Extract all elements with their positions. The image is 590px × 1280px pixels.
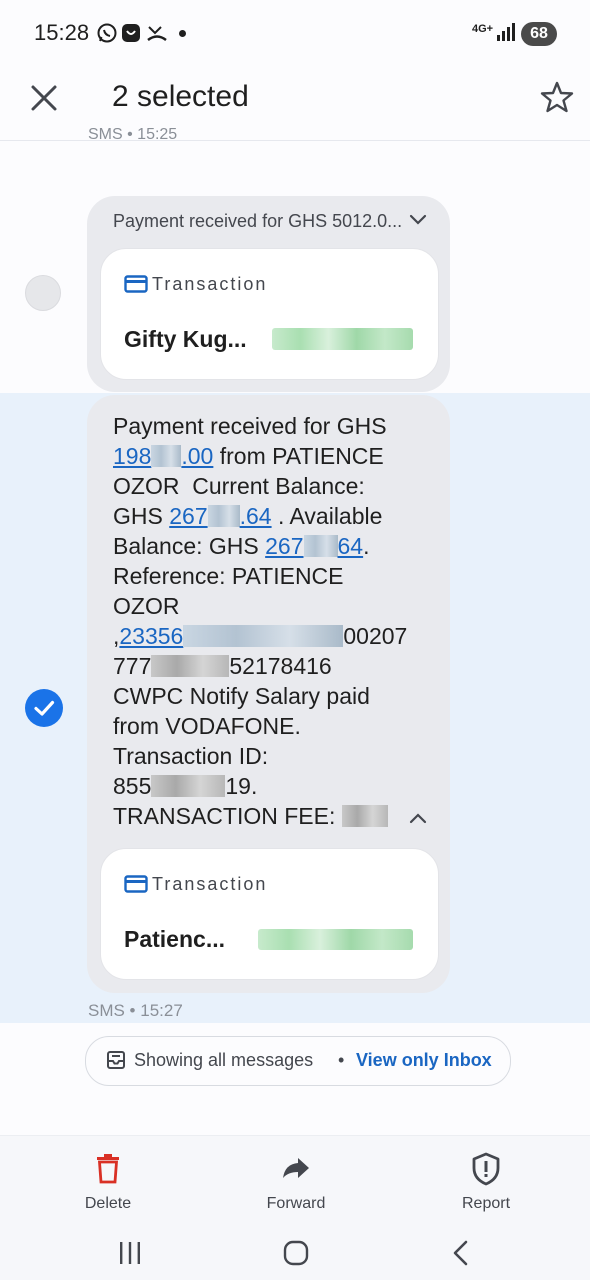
card-contact-name: Gifty Kug... xyxy=(124,326,247,352)
current-balance-link[interactable]: 267.64 xyxy=(169,503,271,529)
credit-card-icon xyxy=(124,875,148,893)
credit-card-icon xyxy=(124,275,148,293)
showing-all-label: Showing all messages xyxy=(134,1050,314,1070)
whatsapp-icon xyxy=(97,23,117,43)
home-icon[interactable] xyxy=(282,1239,310,1267)
message-select-checkbox[interactable] xyxy=(25,275,61,311)
message-preview: Payment received for GHS 5012.0... xyxy=(113,211,403,231)
transaction-card[interactable] xyxy=(100,248,439,380)
forward-icon xyxy=(283,1158,309,1178)
redacted-amount xyxy=(272,328,413,350)
chevron-down-icon[interactable] xyxy=(408,213,428,227)
star-icon[interactable] xyxy=(540,80,574,114)
status-bar: 15:28 4G+ 68 xyxy=(0,0,590,66)
chevron-up-icon[interactable] xyxy=(408,811,428,825)
clock: 15:28 xyxy=(34,20,90,45)
card-type-label: Transaction xyxy=(152,874,268,894)
previous-message-meta: SMS • 15:25 xyxy=(88,126,178,140)
battery-indicator: 68 xyxy=(521,22,557,46)
missed-call-icon xyxy=(147,26,167,42)
reference-phone-link[interactable]: 23356 xyxy=(119,623,183,649)
available-balance-link[interactable]: 267 64 xyxy=(265,533,363,559)
separator: • xyxy=(338,1050,345,1070)
forward-button[interactable]: Forward xyxy=(236,1150,356,1220)
check-icon xyxy=(34,700,55,716)
transaction-card[interactable] xyxy=(100,848,439,980)
view-inbox-link[interactable]: View only Inbox xyxy=(356,1050,492,1071)
trash-icon xyxy=(97,1154,119,1184)
system-navigation-bar xyxy=(0,1225,590,1280)
delete-button[interactable]: Delete xyxy=(48,1150,168,1220)
app-notification-icon xyxy=(122,24,140,42)
network-type: 4G+ xyxy=(472,23,494,35)
message-body: Payment received for GHS 198.00 from PAT… xyxy=(113,413,408,829)
amount-link[interactable]: 198.00 xyxy=(113,443,213,469)
more-notifications-dot xyxy=(179,30,186,37)
redacted-amount xyxy=(258,929,413,950)
card-type-label: Transaction xyxy=(152,274,268,294)
inbox-icon xyxy=(107,1051,125,1069)
message-meta: SMS • 15:27 xyxy=(88,1001,183,1020)
report-button[interactable]: Report xyxy=(426,1150,546,1220)
close-icon[interactable] xyxy=(26,80,62,116)
message-selected-checkbox[interactable] xyxy=(25,689,63,727)
card-contact-name: Patienc... xyxy=(124,926,225,952)
shield-alert-icon xyxy=(472,1152,500,1186)
recent-apps-icon[interactable] xyxy=(117,1240,143,1266)
selection-count-title: 2 selected xyxy=(112,80,249,113)
signal-icon xyxy=(497,23,515,41)
back-icon[interactable] xyxy=(450,1239,472,1267)
